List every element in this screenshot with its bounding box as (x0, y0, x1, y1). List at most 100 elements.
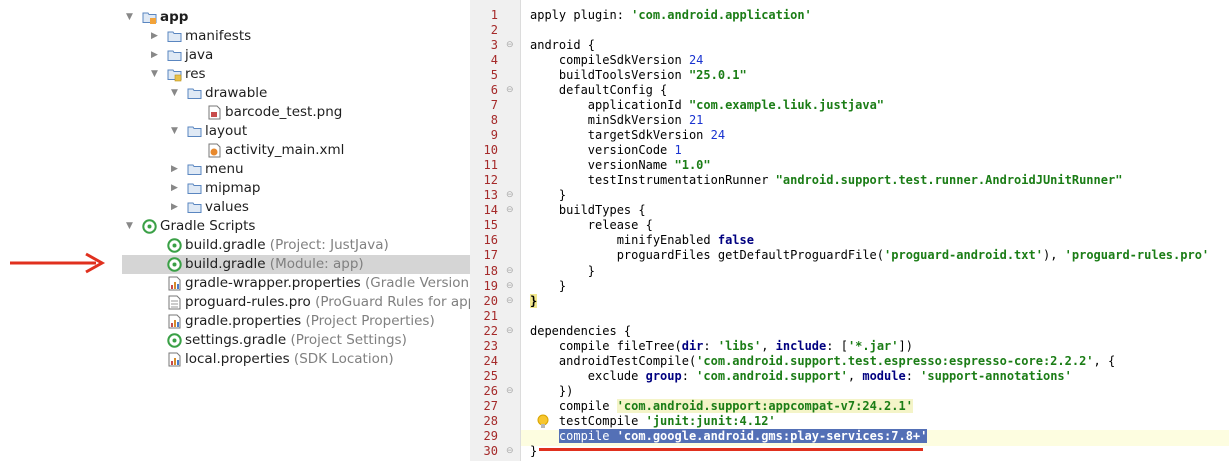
gradle-icon (167, 333, 182, 348)
code-line[interactable]: release { (530, 217, 653, 233)
code-line[interactable]: apply plugin: 'com.android.application' (530, 7, 812, 23)
tree-item[interactable]: ▶ menu (122, 160, 470, 179)
tree-item[interactable]: settings.gradle (Project Settings) (122, 331, 470, 350)
code-token: 21 (688, 113, 704, 128)
xml-file-icon (207, 143, 222, 158)
code-line[interactable]: minifyEnabled false (530, 232, 754, 248)
code-line[interactable]: targetSdkVersion 24 (530, 127, 725, 143)
tree-item-label: menu (205, 161, 244, 177)
tree-item-label: values (205, 199, 249, 215)
code-line[interactable]: testInstrumentationRunner "android.suppo… (530, 172, 1123, 188)
tree-item-label: java (185, 47, 214, 63)
chevron-down-icon[interactable]: ▼ (171, 122, 178, 141)
tree-item[interactable]: ▶ java (122, 46, 470, 65)
line-number: 2 (490, 23, 498, 38)
code-token: false (717, 233, 754, 248)
chevron-right-icon[interactable]: ▶ (151, 46, 158, 65)
code-line[interactable]: dependencies { (530, 323, 631, 339)
properties-file-icon (167, 276, 182, 291)
line-number: 25 (483, 368, 498, 383)
line-number: 24 (483, 353, 498, 368)
code-line[interactable]: android { (530, 37, 595, 53)
tree-item-hint: (ProGuard Rules for app) (310, 294, 482, 310)
tree-item-label: layout (205, 123, 248, 139)
fold-marker-icon[interactable]: ⊖ (506, 293, 514, 309)
tree-item[interactable]: barcode_test.png (122, 103, 470, 122)
code-line[interactable]: } (530, 293, 538, 309)
tree-item[interactable]: ▶ mipmap (122, 179, 470, 198)
tree-item[interactable]: ▼ drawable (122, 84, 470, 103)
fold-marker-icon[interactable]: ⊖ (506, 323, 514, 339)
chevron-right-icon[interactable]: ▶ (171, 160, 178, 179)
tree-item[interactable]: ▼ res (122, 65, 470, 84)
code-token: module (862, 368, 906, 383)
code-token: testInstrumentationRunner (530, 173, 776, 188)
tree-item[interactable]: local.properties (SDK Location) (122, 350, 470, 369)
fold-marker-icon[interactable]: ⊖ (506, 443, 514, 459)
code-line[interactable]: } (530, 187, 566, 203)
chevron-down-icon[interactable]: ▼ (151, 65, 158, 84)
chevron-down-icon[interactable]: ▼ (126, 217, 133, 236)
fold-marker-icon[interactable]: ⊖ (506, 37, 514, 53)
editor-gutter: 1 2 3 4 5 6 7 8 9 10 11 12 13 14 15 16 17 18 19 20 21 22 23 24 2… (470, 0, 521, 461)
chevron-down-icon[interactable]: ▼ (126, 8, 133, 27)
fold-marker-icon[interactable]: ⊖ (506, 82, 514, 98)
tree-item[interactable]: ▶ manifests (122, 27, 470, 46)
code-line[interactable]: } (530, 263, 595, 279)
code-token: : (681, 368, 697, 383)
line-number: 20 (483, 293, 498, 308)
tree-item[interactable]: build.gradle (Project: JustJava) (122, 236, 470, 255)
tree-item[interactable]: ▶ values (122, 198, 470, 217)
tree-item[interactable]: proguard-rules.pro (ProGuard Rules for a… (122, 293, 482, 312)
code-line[interactable]: }) (530, 383, 573, 399)
chevron-right-icon[interactable]: ▶ (171, 179, 178, 198)
code-line[interactable]: defaultConfig { (530, 82, 667, 98)
code-line[interactable]: compileSdkVersion 24 (530, 52, 704, 68)
fold-marker-icon[interactable]: ⊖ (506, 202, 514, 218)
code-line[interactable]: buildToolsVersion "25.0.1" (530, 67, 747, 83)
tree-item[interactable]: gradle.properties (Project Properties) (122, 312, 470, 331)
fold-marker-icon[interactable]: ⊖ (506, 383, 514, 399)
code-token: release { (530, 218, 653, 233)
code-line[interactable]: androidTestCompile('com.android.support.… (530, 353, 1115, 369)
tree-item-hint: (Module: app) (265, 256, 364, 272)
code-line[interactable]: compile 'com.android.support:appcompat-v… (530, 398, 913, 414)
code-line[interactable]: proguardFiles getDefaultProguardFile('pr… (530, 247, 1209, 263)
chevron-down-icon[interactable]: ▼ (171, 84, 178, 103)
tree-item[interactable]: activity_main.xml (122, 141, 470, 160)
tree-item[interactable]: ▼ Gradle Scripts (122, 217, 470, 236)
code-line[interactable]: compile fileTree(dir: 'libs', include: [… (530, 338, 913, 354)
tree-item[interactable]: gradle-wrapper.properties (Gradle Versio… (122, 274, 474, 293)
code-line[interactable]: } (530, 443, 537, 459)
code-token: 24 (688, 53, 704, 68)
code-line[interactable]: compile 'com.google.android.gms:play-ser… (530, 428, 928, 444)
chevron-right-icon[interactable]: ▶ (151, 27, 158, 46)
folder-icon (187, 200, 202, 215)
fold-marker-icon[interactable]: ⊖ (506, 187, 514, 203)
tree-item[interactable]: ▼ app (122, 8, 470, 27)
code-line[interactable]: } (530, 278, 566, 294)
code-line[interactable]: versionCode 1 (530, 142, 682, 158)
tree-item[interactable]: ▼ layout (122, 122, 470, 141)
code-token: 'support-annotations' (920, 368, 1072, 383)
gradle-icon (142, 219, 157, 234)
fold-marker-icon[interactable]: ⊖ (506, 278, 514, 294)
chevron-right-icon[interactable]: ▶ (171, 198, 178, 217)
code-line[interactable]: buildTypes { (530, 202, 646, 218)
line-number: 19 (483, 278, 498, 293)
code-line[interactable]: exclude group: 'com.android.support', mo… (530, 368, 1072, 384)
code-token: "25.0.1" (688, 68, 747, 83)
fold-marker-icon[interactable]: ⊖ (506, 263, 514, 279)
tree-item[interactable]: build.gradle (Module: app) (122, 255, 470, 274)
code-line[interactable]: minSdkVersion 21 (530, 112, 704, 128)
line-number: 23 (483, 338, 498, 353)
code-line[interactable]: testCompile 'junit:junit:4.12' (530, 413, 776, 429)
code-line[interactable]: applicationId "com.example.liuk.justjava… (530, 97, 884, 113)
code-editor[interactable]: apply plugin: 'com.android.application' a… (521, 0, 1229, 461)
gradle-icon (167, 238, 182, 253)
code-token: defaultConfig { (530, 83, 668, 98)
code-token: }) (530, 383, 574, 398)
lightbulb-icon[interactable] (536, 414, 550, 430)
code-line[interactable]: versionName "1.0" (530, 157, 711, 173)
